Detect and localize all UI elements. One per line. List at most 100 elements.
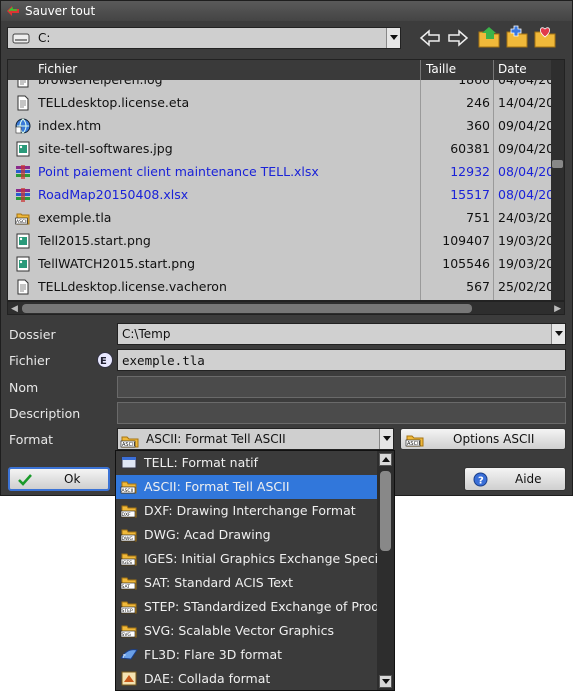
file-date: 25/02/20 xyxy=(498,279,552,294)
file-date: 09/04/20 xyxy=(498,141,552,156)
column-name[interactable]: Fichier xyxy=(38,62,77,76)
ascii-format-icon: ASCII xyxy=(405,435,424,447)
file-date: 19/03/20 xyxy=(498,233,552,248)
image-file-icon xyxy=(15,256,31,272)
column-size[interactable]: Taille xyxy=(426,62,456,76)
file-list[interactable]: Fichier Taille Date browseHelperen.log 18… xyxy=(7,59,565,301)
file-row[interactable]: TELLdesktop.license.eta 246 14/04/20 xyxy=(8,92,552,115)
file-size: 12932 xyxy=(450,164,490,179)
format-option[interactable]: STEP STEP: STandardized Exchange of Prod xyxy=(116,595,378,619)
format-dropdown-list[interactable]: TELL: Format natif ASCII ASCII: Format Tel… xyxy=(115,450,395,691)
svg-text:ASCII: ASCII xyxy=(122,488,134,494)
file-size: 751 xyxy=(466,210,490,225)
dae-format-icon xyxy=(120,670,138,687)
file-list-horizontal-scrollbar[interactable]: ◀ ▶ xyxy=(7,301,565,315)
file-row[interactable]: Tell2015.start.png 109407 19/03/20 xyxy=(8,230,552,253)
format-option[interactable]: F FL3D: Flare 3D format xyxy=(116,643,378,667)
svg-text:?: ? xyxy=(478,476,484,487)
file-row[interactable]: RoadMap20150408.xlsx 15517 08/04/20 xyxy=(8,184,552,207)
svg-text:F: F xyxy=(123,654,126,660)
file-row[interactable]: Point paiement client maintenance TELL.x… xyxy=(8,161,552,184)
svg-text:IGES: IGES xyxy=(122,560,133,566)
drive-selector[interactable]: C: xyxy=(7,27,401,49)
name-input[interactable] xyxy=(117,376,566,398)
vertical-scroll-thumb[interactable] xyxy=(552,160,563,168)
text-file-icon xyxy=(15,95,31,111)
image-file-icon xyxy=(15,141,31,157)
format-option[interactable]: SAT SAT: Standard ACIS Text xyxy=(116,571,378,595)
file-name-input[interactable]: exemple.tla xyxy=(117,349,566,371)
ok-label: Ok xyxy=(64,472,81,486)
format-option[interactable]: SVG SVG: Scalable Vector Graphics xyxy=(116,619,378,643)
file-size: 360 xyxy=(466,118,490,133)
scroll-right-icon[interactable]: ▶ xyxy=(554,304,561,314)
ok-button[interactable]: Ok xyxy=(8,467,110,491)
ascii-format-icon: ASCII xyxy=(120,478,138,495)
format-option[interactable]: ASCII ASCII: Format Tell ASCII xyxy=(116,475,378,499)
file-row[interactable]: TellWATCH2015.start.png 105546 19/03/20 xyxy=(8,253,552,276)
svg-text:E: E xyxy=(100,356,107,367)
folder-field[interactable]: C:\Temp xyxy=(117,323,566,345)
format-dropdown-button[interactable] xyxy=(379,429,393,449)
filename-icon[interactable]: E xyxy=(95,351,115,369)
format-option[interactable]: IGES IGES: Initial Graphics Exchange Spec… xyxy=(116,547,378,571)
file-row[interactable]: TELLdesktop.license.vacheron 567 25/02/20 xyxy=(8,276,552,299)
app-icon xyxy=(7,6,19,16)
format-select[interactable]: ASCII ASCII: Format Tell ASCII xyxy=(117,428,394,450)
scroll-down-icon[interactable] xyxy=(379,675,392,688)
horizontal-scroll-thumb[interactable] xyxy=(22,304,472,313)
file-date: 19/03/20 xyxy=(498,256,552,271)
name-label: Nom xyxy=(9,380,39,395)
folder-dropdown-button[interactable] xyxy=(551,324,565,344)
format-option-label: SVG: Scalable Vector Graphics xyxy=(144,623,335,638)
forward-arrow-icon[interactable] xyxy=(447,29,469,47)
column-date[interactable]: Date xyxy=(498,62,527,76)
format-list-scrollbar[interactable] xyxy=(377,451,394,690)
format-option-label: FL3D: Flare 3D format xyxy=(144,647,283,662)
file-row[interactable]: ASCII exemple.tla 751 24/03/20 xyxy=(8,207,552,230)
file-name: TELLdesktop.license.vacheron xyxy=(38,279,227,294)
description-input[interactable] xyxy=(117,402,566,424)
format-option[interactable]: DAE: Collada format xyxy=(116,667,378,690)
help-button[interactable]: ? Aide xyxy=(464,467,566,491)
file-row[interactable]: site-tell-softwares.jpg 60381 09/04/20 xyxy=(8,138,552,161)
back-arrow-icon[interactable] xyxy=(419,29,441,47)
format-option-label: DXF: Drawing Interchange Format xyxy=(144,503,356,518)
scroll-left-icon[interactable]: ◀ xyxy=(11,304,18,314)
format-option-label: STEP: STandardized Exchange of Prod xyxy=(144,599,378,614)
archive-file-icon xyxy=(15,164,31,180)
file-name: Point paiement client maintenance TELL.x… xyxy=(38,164,319,179)
drive-dropdown-button[interactable] xyxy=(386,28,400,48)
file-size: 567 xyxy=(466,279,490,294)
html-file-icon xyxy=(15,118,31,134)
favorite-folder-icon[interactable] xyxy=(532,24,558,50)
format-option-label: SAT: Standard ACIS Text xyxy=(144,575,293,590)
format-option[interactable]: DWG DWG: Acad Drawing xyxy=(116,523,378,547)
ascii-options-button[interactable]: ASCII Options ASCII xyxy=(400,428,566,450)
text-file-icon xyxy=(15,279,31,295)
tell-format-icon xyxy=(120,454,138,471)
new-folder-icon[interactable] xyxy=(504,24,530,50)
file-list-vertical-scrollbar[interactable] xyxy=(551,60,564,300)
format-selected-value: ASCII: Format Tell ASCII xyxy=(146,432,286,446)
format-option[interactable]: DXF DXF: Drawing Interchange Format xyxy=(116,499,378,523)
file-row[interactable]: index.htm 360 09/04/20 xyxy=(8,115,552,138)
svg-text:DXF: DXF xyxy=(122,512,132,518)
file-row[interactable]: browseHelperen.log 1866 04/04/20 xyxy=(8,80,552,92)
format-label: Format xyxy=(9,432,54,447)
step-format-icon: STEP xyxy=(120,598,138,615)
image-file-icon xyxy=(15,233,31,249)
file-name: exemple.tla xyxy=(38,210,112,225)
file-size: 105546 xyxy=(442,256,490,271)
folder-up-icon[interactable] xyxy=(476,24,502,50)
file-size: 60381 xyxy=(450,141,490,156)
help-icon: ? xyxy=(473,472,488,487)
scroll-up-icon[interactable] xyxy=(379,453,392,466)
help-label: Aide xyxy=(515,472,542,486)
format-scroll-thumb[interactable] xyxy=(380,471,391,551)
drive-icon xyxy=(12,33,30,44)
svg-text:STEP: STEP xyxy=(122,608,133,614)
file-name: Tell2015.start.png xyxy=(38,233,151,248)
format-option[interactable]: TELL: Format natif xyxy=(116,451,378,475)
fl3d-format-icon: F xyxy=(120,646,138,663)
